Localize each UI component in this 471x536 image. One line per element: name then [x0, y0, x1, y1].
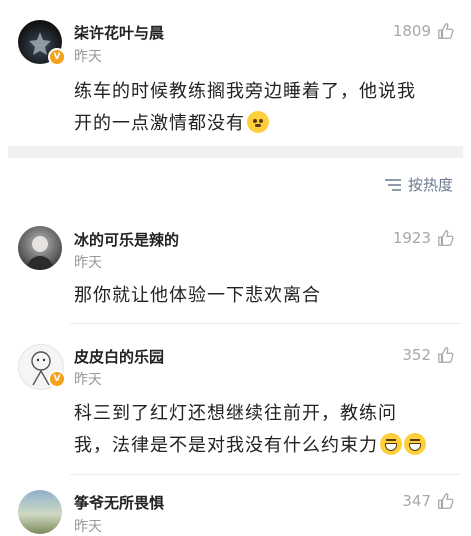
- comment-line: 开的一点激情都没有: [74, 108, 416, 140]
- comment-text: 练车的时候教练搁我旁边睡着了，他说我 开的一点激情都没有: [74, 76, 416, 140]
- thumbs-up-icon: [438, 23, 454, 39]
- like-button[interactable]: 347: [402, 492, 455, 510]
- like-count: 1923: [392, 229, 431, 247]
- like-count: 352: [402, 346, 431, 364]
- comment-author[interactable]: 皮皮白的乐园: [74, 346, 164, 367]
- like-button[interactable]: 1809: [393, 22, 455, 40]
- like-button[interactable]: 1923: [393, 229, 455, 247]
- comment-time: 昨天: [74, 519, 102, 535]
- comment-time: 昨天: [74, 49, 102, 65]
- comment-author[interactable]: 冰的可乐是辣的: [74, 229, 179, 250]
- sort-lines-icon: [384, 178, 401, 191]
- like-button[interactable]: 352: [402, 346, 455, 364]
- section-divider: [8, 146, 463, 158]
- comment-line: 我，法律是不是对我没有什么约束力: [74, 430, 426, 462]
- comment-author[interactable]: 柒许花叶与晨: [74, 22, 164, 43]
- divider: [70, 474, 461, 475]
- avatar[interactable]: [18, 490, 62, 534]
- comment-text: 科三到了红灯还想继续往前开，教练问 我，法律是不是对我没有什么约束力: [74, 398, 426, 462]
- sort-label: 按热度: [407, 176, 453, 194]
- verified-badge-icon: V: [48, 48, 66, 66]
- comment-line: 科三到了红灯还想继续往前开，教练问: [74, 403, 397, 424]
- thumbs-up-icon: [438, 230, 454, 246]
- like-count: 347: [402, 492, 431, 510]
- thinking-emoji-icon: [247, 111, 269, 133]
- comment-time: 昨天: [74, 372, 102, 388]
- verified-badge-icon: V: [48, 370, 66, 388]
- comment-time: 昨天: [74, 255, 102, 271]
- sort-toggle[interactable]: 按热度: [384, 174, 453, 195]
- comment-text: 那你就让他体验一下悲欢离合: [74, 280, 321, 312]
- avatar[interactable]: [18, 226, 62, 270]
- grin-sweat-emoji-icon: [404, 433, 426, 455]
- comment-1: V 柒许花叶与晨 昨天 1809 练车的时候教练搁我旁边睡着了，他说我 开的一点…: [0, 0, 471, 150]
- comment-line: 练车的时候教练搁我旁边睡着了，他说我: [74, 81, 416, 102]
- divider: [70, 323, 461, 324]
- thumbs-up-icon: [438, 347, 454, 363]
- grin-sweat-emoji-icon: [380, 433, 402, 455]
- comment-line: 那你就让他体验一下悲欢离合: [74, 285, 321, 306]
- thumbs-up-icon: [438, 493, 454, 509]
- comment-author[interactable]: 筝爷无所畏惧: [74, 492, 164, 513]
- like-count: 1809: [392, 22, 431, 40]
